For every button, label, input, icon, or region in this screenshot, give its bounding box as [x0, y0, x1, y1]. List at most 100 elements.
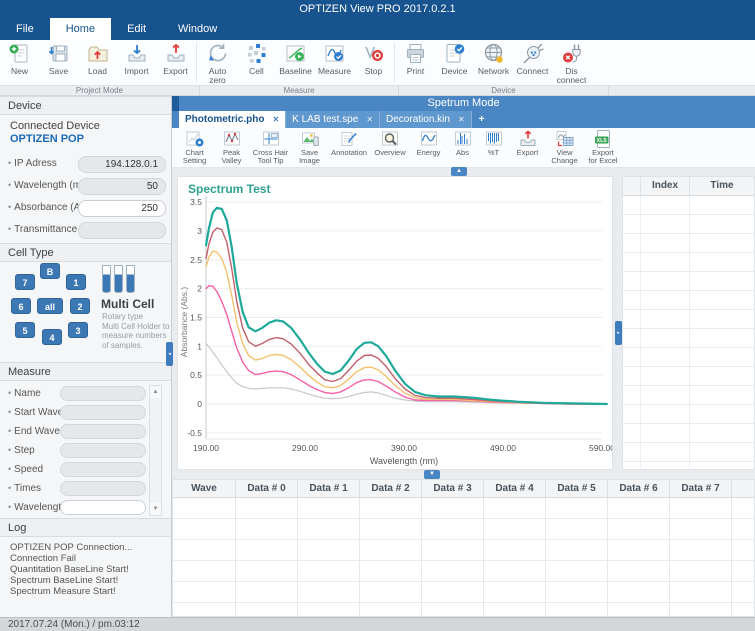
export-excel-button[interactable]: XLS Export for Excel — [583, 128, 623, 167]
new-button[interactable]: New — [0, 42, 39, 76]
table-cell[interactable] — [623, 462, 641, 470]
close-icon[interactable]: ✕ — [366, 111, 373, 128]
table-cell[interactable] — [298, 498, 360, 518]
table-cell[interactable] — [670, 498, 732, 518]
cell-button-4[interactable]: 4 — [42, 329, 62, 345]
table-cell[interactable] — [690, 272, 754, 290]
table-cell[interactable] — [670, 603, 732, 617]
table-row[interactable] — [623, 196, 754, 215]
table-cell[interactable] — [546, 498, 608, 518]
table-cell[interactable] — [623, 234, 641, 252]
times-field[interactable] — [60, 481, 146, 496]
table-cell[interactable] — [641, 424, 690, 442]
cell-button-5[interactable]: 5 — [15, 322, 35, 338]
annotation-button[interactable]: Annotation — [328, 128, 370, 167]
table-cell[interactable] — [670, 540, 732, 560]
menu-file[interactable]: File — [0, 18, 50, 40]
table-row[interactable] — [623, 234, 754, 253]
table-cell[interactable] — [422, 603, 484, 617]
wavelength-field[interactable] — [78, 178, 166, 195]
table-cell[interactable] — [623, 291, 641, 309]
table-cell[interactable] — [484, 561, 546, 581]
measure-scrollbar[interactable]: ▲ ▼ — [149, 385, 162, 516]
table-cell[interactable] — [608, 582, 670, 602]
speed-field[interactable] — [60, 462, 146, 477]
cell-button[interactable]: Cell — [237, 42, 276, 76]
cell-button-b[interactable]: B — [40, 263, 60, 279]
table-cell[interactable] — [422, 561, 484, 581]
data1-column-header[interactable]: Data # 1 — [298, 480, 360, 497]
table-cell[interactable] — [298, 540, 360, 560]
table-cell[interactable] — [422, 519, 484, 539]
table-row[interactable] — [623, 462, 754, 470]
table-cell[interactable] — [623, 272, 641, 290]
collapse-toolbar-button[interactable]: ▲ — [451, 167, 467, 176]
table-cell[interactable] — [690, 329, 754, 347]
cell-button-3[interactable]: 3 — [68, 322, 88, 338]
table-cell[interactable] — [690, 234, 754, 252]
cell-button-6[interactable]: 6 — [11, 298, 31, 314]
table-cell[interactable] — [641, 386, 690, 404]
percent-t-button[interactable]: %T — [478, 128, 509, 167]
table-cell[interactable] — [608, 498, 670, 518]
table-cell[interactable] — [298, 582, 360, 602]
cell-button-2[interactable]: 2 — [70, 298, 90, 314]
table-cell[interactable] — [173, 582, 236, 602]
table-row[interactable] — [623, 443, 754, 462]
table-cell[interactable] — [360, 498, 422, 518]
table-cell[interactable] — [641, 215, 690, 233]
table-cell[interactable] — [298, 603, 360, 617]
export-button[interactable]: Export — [156, 42, 195, 76]
table-row[interactable] — [173, 561, 754, 582]
table-cell[interactable] — [608, 540, 670, 560]
print-button[interactable]: Print — [396, 42, 435, 76]
table-cell[interactable] — [360, 540, 422, 560]
table-cell[interactable] — [422, 498, 484, 518]
cell-button-7[interactable]: 7 — [15, 274, 35, 290]
menu-home[interactable]: Home — [50, 18, 111, 40]
table-cell[interactable] — [236, 561, 298, 581]
table-row[interactable] — [173, 498, 754, 519]
table-cell[interactable] — [360, 582, 422, 602]
table-row[interactable] — [623, 367, 754, 386]
cell-button-all[interactable]: all — [37, 298, 63, 314]
close-icon[interactable]: ✕ — [458, 111, 465, 128]
stop-button[interactable]: Stop — [354, 42, 393, 76]
energy-button[interactable]: Energy — [410, 128, 447, 167]
table-cell[interactable] — [236, 603, 298, 617]
data6-column-header[interactable]: Data # 6 — [608, 480, 670, 497]
table-cell[interactable] — [298, 561, 360, 581]
data5-column-header[interactable]: Data # 5 — [546, 480, 608, 497]
table-row[interactable] — [623, 310, 754, 329]
data7-column-header[interactable]: Data # 7 — [670, 480, 732, 497]
table-cell[interactable] — [360, 561, 422, 581]
load-button[interactable]: Load — [78, 42, 117, 76]
auto-zero-button[interactable]: Auto zero — [198, 42, 237, 85]
table-cell[interactable] — [173, 540, 236, 560]
save-button[interactable]: Save — [39, 42, 78, 76]
export-chart-button[interactable]: Export — [509, 128, 546, 167]
tab-photometric[interactable]: Photometric.pho✕ — [179, 111, 286, 128]
view-change-button[interactable]: View Change — [546, 128, 583, 167]
connect-button[interactable]: Connect — [513, 42, 552, 76]
network-button[interactable]: Network — [474, 42, 513, 76]
close-icon[interactable]: ✕ — [272, 111, 279, 128]
table-cell[interactable] — [641, 310, 690, 328]
index-column-header[interactable]: Index — [641, 177, 690, 195]
table-row[interactable] — [623, 272, 754, 291]
transmittance-field[interactable] — [78, 222, 166, 239]
table-cell[interactable] — [690, 196, 754, 214]
table-cell[interactable] — [546, 582, 608, 602]
table-row[interactable] — [173, 582, 754, 603]
table-cell[interactable] — [732, 519, 754, 539]
table-cell[interactable] — [641, 348, 690, 366]
device-panel-header[interactable]: Device — [0, 96, 172, 115]
baseline-button[interactable]: Baseline — [276, 42, 315, 76]
table-cell[interactable] — [690, 424, 754, 442]
table-cell[interactable] — [546, 519, 608, 539]
table-cell[interactable] — [623, 405, 641, 423]
data3-column-header[interactable]: Data # 3 — [422, 480, 484, 497]
table-cell[interactable] — [236, 498, 298, 518]
table-cell[interactable] — [641, 196, 690, 214]
ip-address-field[interactable] — [78, 156, 166, 173]
